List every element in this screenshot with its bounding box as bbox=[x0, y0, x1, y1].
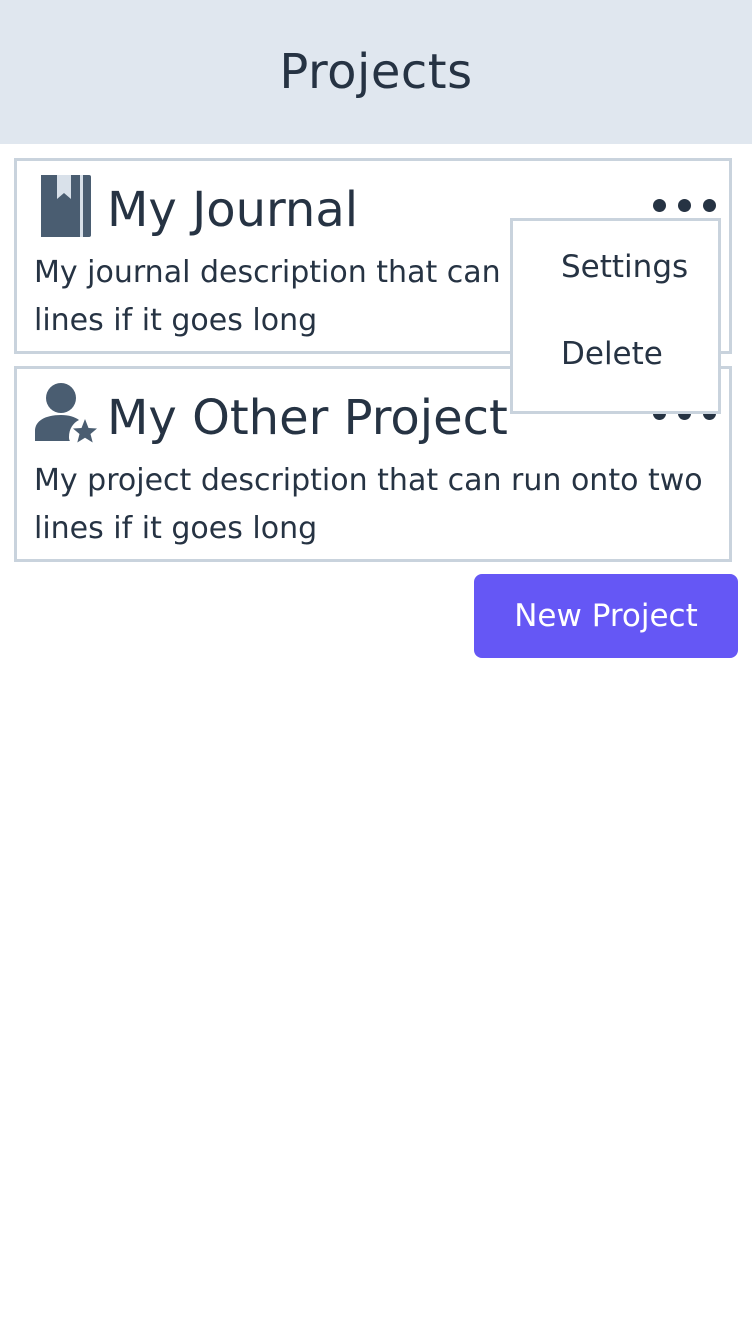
user-star-icon bbox=[35, 383, 97, 443]
dot-icon bbox=[653, 198, 666, 212]
project-options-menu: Settings Delete bbox=[510, 218, 721, 414]
dot-icon bbox=[678, 198, 691, 212]
more-options-button[interactable] bbox=[653, 195, 717, 215]
menu-item-settings[interactable]: Settings bbox=[561, 247, 688, 287]
page-title: Projects bbox=[279, 44, 473, 100]
project-title: My Journal bbox=[107, 182, 359, 238]
dot-icon bbox=[703, 198, 716, 212]
project-description: My project description that can run onto… bbox=[34, 463, 703, 546]
bookmark-book-icon bbox=[41, 175, 91, 237]
new-project-button[interactable]: New Project bbox=[474, 574, 738, 658]
menu-item-delete[interactable]: Delete bbox=[561, 334, 663, 374]
app-header: Projects bbox=[0, 0, 752, 144]
project-title: My Other Project bbox=[107, 390, 508, 446]
